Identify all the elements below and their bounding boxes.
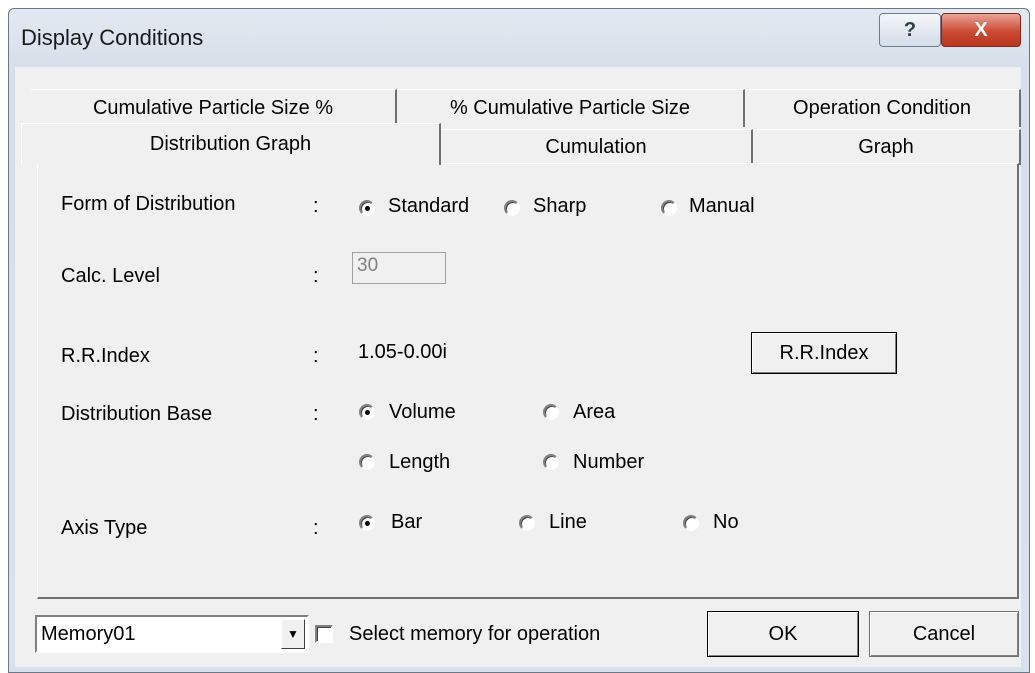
tab-label: Distribution Graph [149,133,312,155]
axis-type-label: Axis Type [61,517,148,539]
tab-label: Cumulative Particle Size % [92,97,334,119]
separator: : [313,403,319,425]
radio-area[interactable] [543,404,559,420]
close-button[interactable]: X [941,13,1021,47]
separator: : [313,345,319,367]
ok-button-label: OK [768,622,798,645]
tab-distribution-graph[interactable]: Distribution Graph [21,123,441,165]
radio-sharp-label[interactable]: Sharp [533,195,586,218]
radio-area-label[interactable]: Area [573,401,615,424]
tab-percent-cumulative-particle-size[interactable]: % Cumulative Particle Size [397,89,745,127]
cancel-button-label: Cancel [912,622,976,645]
window-title: Display Conditions [21,25,204,50]
memory-select-value: Memory01 [41,623,136,645]
calc-level-input[interactable]: 30 [352,252,446,284]
tab-label: Cumulation [545,136,647,158]
radio-line[interactable] [519,515,535,531]
help-button[interactable]: ? [879,13,941,47]
dialog-client-area: Cumulative Particle Size % % Cumulative … [15,67,1021,667]
close-icon: X [974,18,988,41]
radio-number-label[interactable]: Number [573,451,644,474]
tab-label: Graph [858,136,914,158]
distribution-base-label: Distribution Base [61,403,213,425]
radio-sharp[interactable] [504,200,520,216]
ok-button[interactable]: OK [707,611,859,657]
radio-standard[interactable] [359,200,375,216]
radio-no[interactable] [683,515,699,531]
tab-label: Operation Condition [793,97,971,119]
rr-index-button[interactable]: R.R.Index [751,332,897,374]
radio-length-label[interactable]: Length [389,451,450,474]
radio-manual-label[interactable]: Manual [689,195,755,218]
form-of-distribution-label: Form of Distribution [61,193,236,215]
tab-label: % Cumulative Particle Size [449,97,691,119]
chevron-down-icon[interactable]: ▼ [281,619,305,649]
title-bar[interactable]: Display Conditions ? X [9,9,1029,67]
separator: : [313,517,319,539]
tab-operation-condition[interactable]: Operation Condition [745,89,1021,127]
radio-bar[interactable] [359,515,375,531]
radio-volume[interactable] [359,404,375,420]
tab-cumulative-particle-size-percent[interactable]: Cumulative Particle Size % [31,89,397,127]
rr-index-label: R.R.Index [61,345,150,367]
question-mark-icon: ? [903,18,917,41]
distribution-graph-panel [37,163,1019,599]
separator: : [313,265,319,287]
rr-index-button-label: R.R.Index [779,341,869,364]
radio-volume-label[interactable]: Volume [389,401,456,424]
rr-index-value: 1.05-0.00i [358,341,447,363]
select-memory-checkbox[interactable] [315,625,333,643]
dialog-window: Display Conditions ? X Cumulative Partic… [8,8,1030,673]
tab-graph[interactable]: Graph [753,129,1021,165]
radio-number[interactable] [543,454,559,470]
select-memory-label[interactable]: Select memory for operation [349,623,600,646]
cancel-button[interactable]: Cancel [869,611,1019,657]
radio-bar-label[interactable]: Bar [391,511,422,534]
radio-line-label[interactable]: Line [549,511,587,534]
radio-no-label[interactable]: No [713,511,739,534]
calc-level-label: Calc. Level [61,265,160,287]
radio-standard-label[interactable]: Standard [388,195,469,218]
tab-cumulation[interactable]: Cumulation [441,129,753,165]
separator: : [313,195,319,217]
radio-length[interactable] [359,454,375,470]
memory-select[interactable]: Memory01 ▼ [35,615,309,653]
radio-manual[interactable] [661,200,677,216]
